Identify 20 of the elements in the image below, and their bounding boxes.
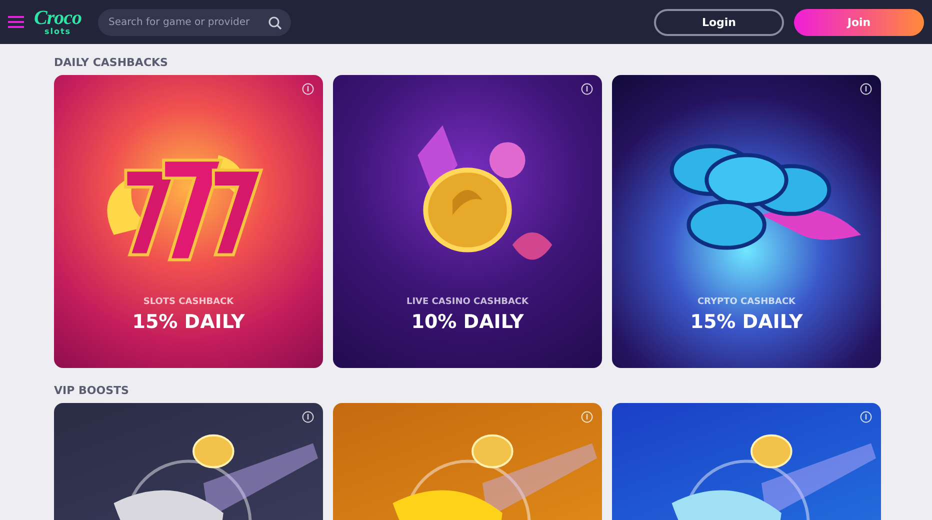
card-label: SLOTS CASHBACK <box>143 297 234 307</box>
card-value: 15% DAILY <box>132 311 245 333</box>
search-field[interactable]: Search for game or provider <box>98 8 290 36</box>
promo-card[interactable]: CRYPTO CASHBACK 15% DAILY <box>612 75 881 368</box>
promo-card[interactable]: LIVE CASINO CASHBACK 10% DAILY <box>333 75 602 368</box>
logo-subtitle: slots <box>44 28 72 36</box>
card-value: 15% DAILY <box>690 311 803 333</box>
section-title: DAILY CASHBACKS <box>54 56 169 69</box>
card-label: CRYPTO CASHBACK <box>697 297 796 307</box>
info-icon[interactable] <box>302 411 314 423</box>
logo-title[interactable]: Croco <box>34 8 82 28</box>
info-icon[interactable] <box>581 83 593 95</box>
section-title: VIP BOOSTS <box>54 384 130 397</box>
info-icon[interactable] <box>860 83 872 95</box>
promo-card[interactable]: SLOTS CASHBACK 15% DAILY <box>54 75 323 368</box>
search-icon[interactable] <box>268 16 282 30</box>
login-button[interactable]: Login <box>654 8 784 36</box>
menu-icon[interactable] <box>8 16 24 28</box>
card-value: 10% DAILY <box>411 311 524 333</box>
card-label: LIVE CASINO CASHBACK <box>406 297 529 307</box>
